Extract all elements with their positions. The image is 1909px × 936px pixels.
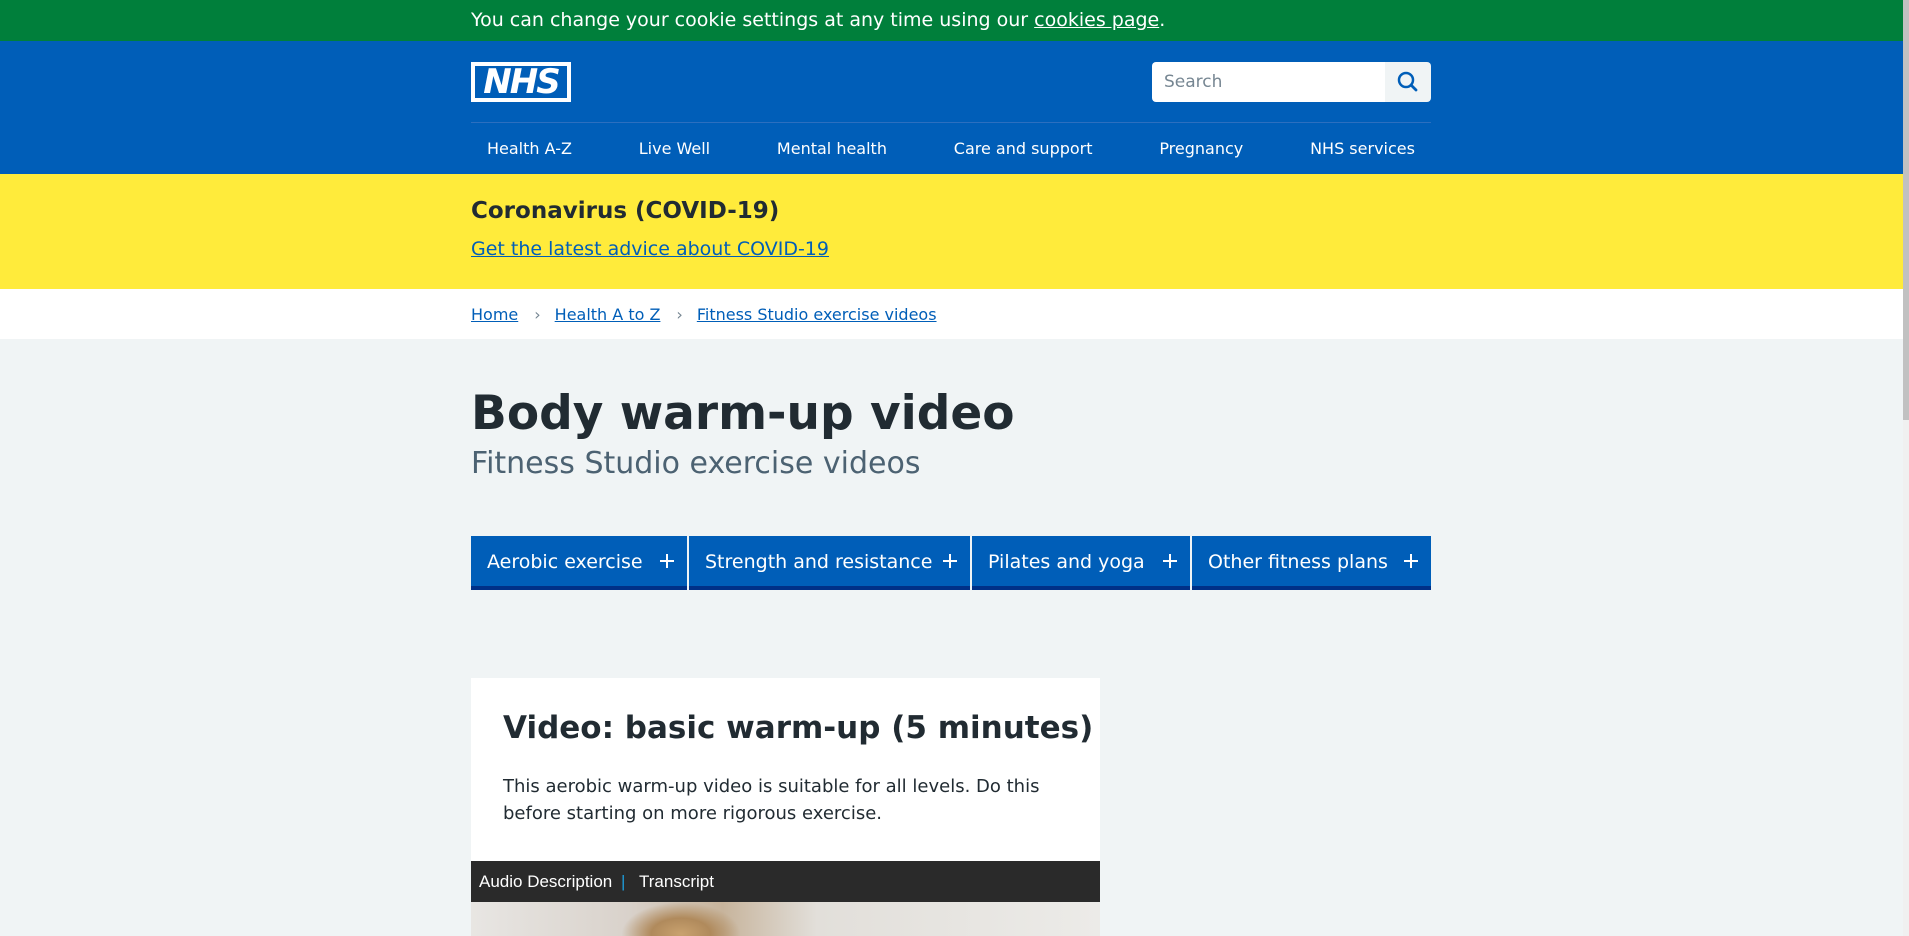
nav-mental-health[interactable]: Mental health — [761, 123, 903, 174]
breadcrumb-fitness-studio[interactable]: Fitness Studio exercise videos — [697, 305, 937, 324]
page: You can change your cookie settings at a… — [0, 0, 1903, 936]
nav-pregnancy[interactable]: Pregnancy — [1143, 123, 1259, 174]
page-subtitle: Fitness Studio exercise videos — [471, 446, 921, 481]
category-label: Pilates and yoga — [988, 551, 1145, 573]
category-pilates-and-yoga[interactable]: Pilates and yoga — [972, 536, 1190, 590]
search-button[interactable] — [1385, 62, 1431, 102]
video-description: This aerobic warm-up video is suitable f… — [503, 776, 1040, 824]
toolbar-separator: | — [621, 872, 626, 891]
search-form — [1152, 62, 1431, 102]
search-input[interactable] — [1152, 62, 1385, 102]
transcript-button[interactable]: Transcript — [639, 861, 714, 902]
video-player[interactable] — [471, 902, 1100, 936]
category-strength-and-resistance[interactable]: Strength and resistance — [689, 536, 970, 590]
nhs-logo[interactable]: NHS — [471, 62, 571, 102]
cookie-banner-suffix: . — [1159, 9, 1166, 31]
chevron-right-icon: › — [534, 304, 541, 324]
covid-advice-link[interactable]: Get the latest advice about COVID-19 — [471, 238, 829, 260]
nav-care-and-support[interactable]: Care and support — [938, 123, 1109, 174]
scrollbar[interactable] — [1903, 0, 1909, 936]
plus-icon — [1162, 553, 1178, 569]
covid-banner: Coronavirus (COVID-19) Get the latest ad… — [0, 174, 1903, 289]
category-aerobic-exercise[interactable]: Aerobic exercise — [471, 536, 687, 590]
site-header: NHS Health A-Z Live Well Mental health C… — [0, 41, 1903, 174]
plus-icon — [1403, 553, 1419, 569]
nav-health-a-z[interactable]: Health A-Z — [471, 123, 588, 174]
plus-icon — [942, 553, 958, 569]
video-heading: Video: basic warm-up (5 minutes) — [503, 710, 1094, 746]
cookies-page-link[interactable]: cookies page — [1034, 9, 1159, 31]
page-title: Body warm-up video — [471, 386, 1015, 441]
plus-icon — [659, 553, 675, 569]
category-label: Other fitness plans — [1208, 551, 1388, 573]
nav-nhs-services[interactable]: NHS services — [1294, 123, 1431, 174]
nav-live-well[interactable]: Live Well — [623, 123, 726, 174]
chevron-right-icon: › — [676, 304, 683, 324]
covid-banner-title: Coronavirus (COVID-19) — [471, 198, 780, 224]
cookie-banner-text: You can change your cookie settings at a… — [471, 9, 1035, 31]
breadcrumb-health-a-to-z[interactable]: Health A to Z — [555, 305, 661, 324]
primary-nav: Health A-Z Live Well Mental health Care … — [471, 123, 1431, 174]
category-label: Aerobic exercise — [487, 551, 643, 573]
breadcrumb: Home › Health A to Z › Fitness Studio ex… — [0, 289, 1903, 339]
search-icon — [1397, 71, 1418, 92]
nhs-logo-text: NHS — [475, 65, 567, 99]
cookie-banner: You can change your cookie settings at a… — [0, 0, 1903, 41]
category-menu: Aerobic exercise Strength and resistance… — [471, 536, 1431, 590]
audio-description-button[interactable]: Audio Description — [479, 861, 612, 902]
category-label: Strength and resistance — [705, 551, 933, 573]
category-other-fitness-plans[interactable]: Other fitness plans — [1192, 536, 1431, 590]
video-card: Video: basic warm-up (5 minutes) This ae… — [471, 678, 1100, 936]
scrollbar-thumb[interactable] — [1903, 0, 1909, 420]
breadcrumb-home[interactable]: Home — [471, 305, 518, 324]
video-player-toolbar: Audio Description | Transcript — [471, 861, 1100, 902]
video-thumbnail — [621, 902, 741, 936]
